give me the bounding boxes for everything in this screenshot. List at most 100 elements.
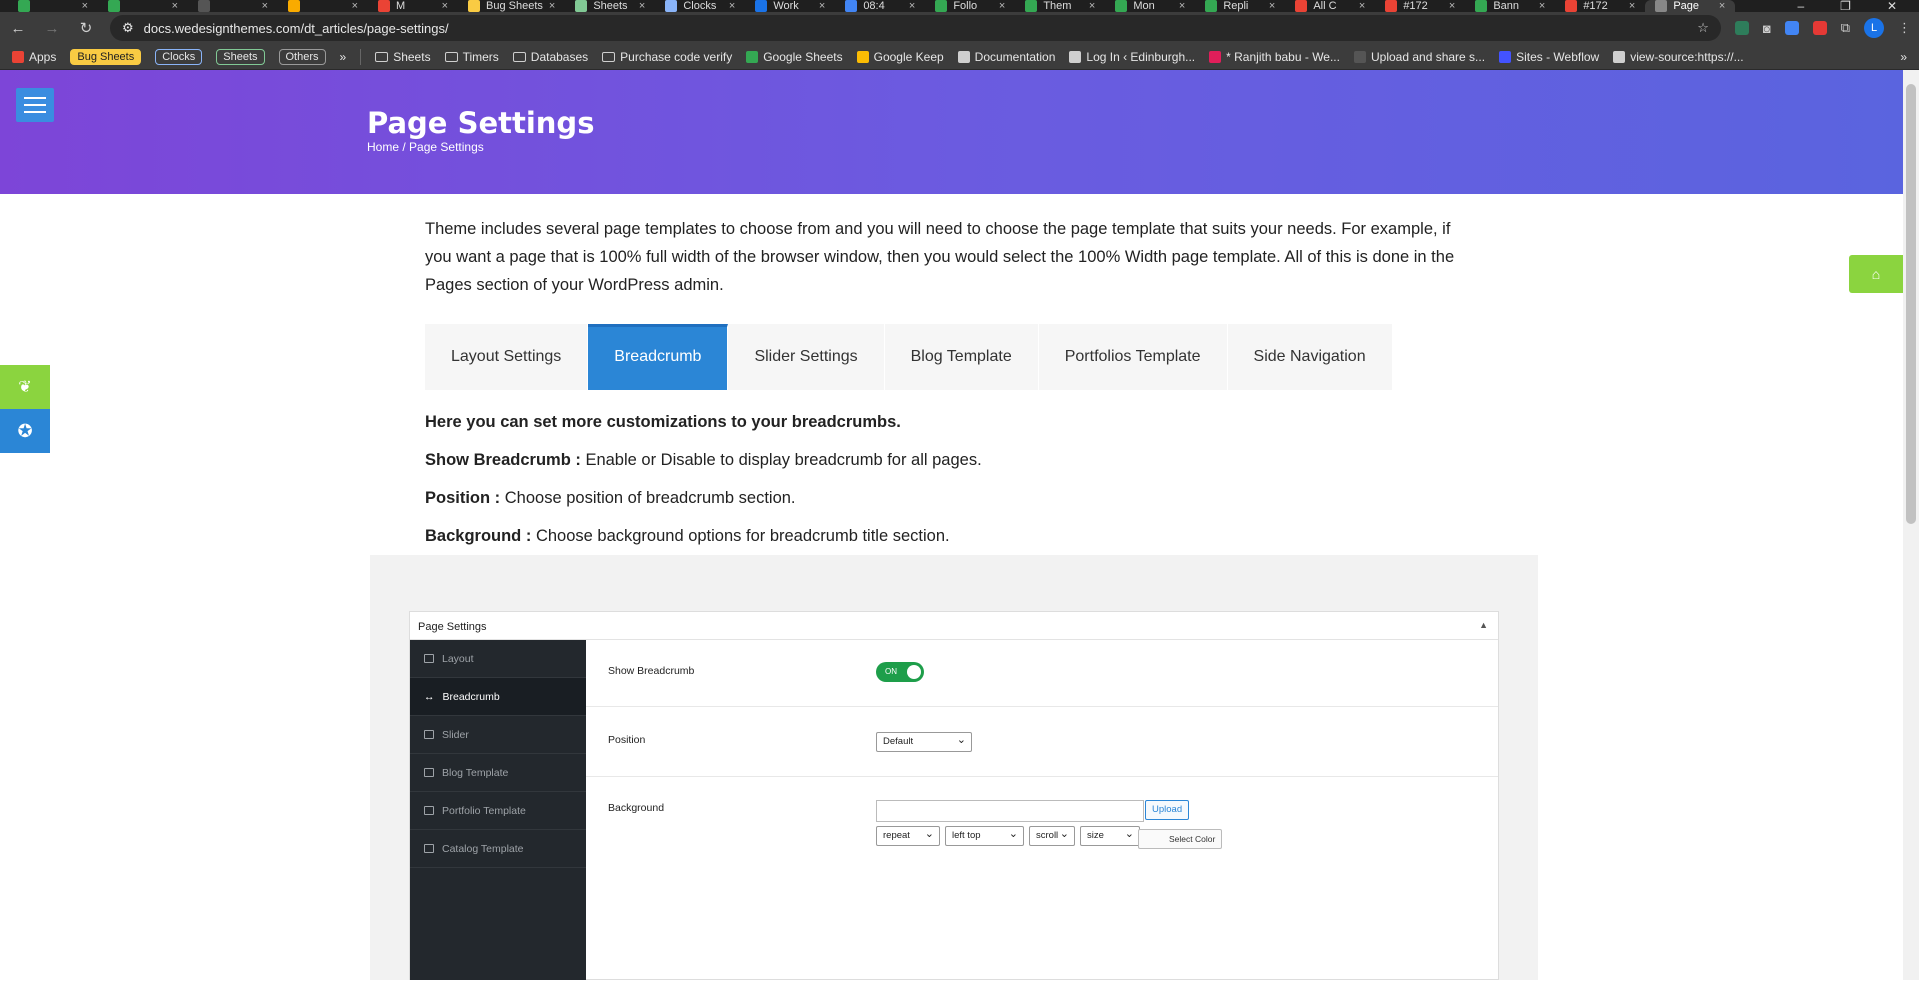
close-tab-icon[interactable]: × — [1269, 0, 1275, 12]
tab-portfolios-template[interactable]: Portfolios Template — [1039, 324, 1228, 390]
browser-tab[interactable]: M × — [368, 0, 458, 12]
site-info-icon[interactable]: ⚙ — [122, 20, 134, 36]
browser-tab[interactable]: #172 × — [1555, 0, 1645, 12]
site-favicon-icon — [1499, 50, 1512, 63]
browser-tab[interactable]: × — [8, 0, 98, 12]
close-tab-icon[interactable]: × — [442, 0, 448, 12]
bookmark-item[interactable]: Upload and share s... — [1353, 50, 1485, 64]
close-tab-icon[interactable]: × — [549, 0, 555, 12]
address-bar[interactable]: ⚙ docs.wedesignthemes.com/dt_articles/pa… — [110, 15, 1721, 41]
support-lifebuoy-icon[interactable]: ✪ — [0, 409, 50, 453]
bookmark-item[interactable]: Purchase code verify — [602, 50, 732, 64]
menu-dots-icon[interactable]: ⋮ — [1898, 20, 1911, 36]
tab-breadcrumb[interactable]: Breadcrumb — [588, 324, 729, 390]
close-tab-icon[interactable]: × — [1359, 0, 1365, 12]
browser-tab[interactable]: × — [278, 0, 368, 12]
bookmark-item[interactable]: Sites - Webflow — [1499, 50, 1599, 64]
close-tab-icon[interactable]: × — [909, 0, 915, 12]
bookmark-chip-bug-sheets[interactable]: Bug Sheets — [70, 48, 142, 65]
bookmark-chip-clocks[interactable]: Clocks — [155, 48, 203, 65]
scrollbar-thumb[interactable] — [1906, 84, 1916, 524]
bookmark-chip-sheets[interactable]: Sheets — [216, 48, 265, 65]
reload-icon[interactable]: ↻ — [76, 19, 96, 37]
page-title: Page Settings — [367, 106, 595, 140]
page-scrollbar[interactable] — [1903, 70, 1919, 980]
tab-favicon-icon — [1115, 0, 1128, 12]
site-favicon-icon — [1209, 50, 1222, 63]
close-tab-icon[interactable]: × — [82, 0, 88, 12]
translate-icon[interactable] — [1784, 21, 1799, 35]
browser-tab[interactable]: Follo × — [925, 0, 1015, 12]
bookmark-item[interactable]: Sheets — [375, 50, 431, 64]
browser-tab[interactable]: Repli × — [1195, 0, 1285, 12]
tab-slider-settings[interactable]: Slider Settings — [728, 324, 885, 390]
close-tab-icon[interactable]: × — [262, 0, 268, 12]
upload-button: Upload — [1145, 800, 1190, 820]
intro-paragraph: Theme includes several page templates to… — [425, 220, 1455, 294]
bookmark-item[interactable]: Timers — [444, 49, 499, 64]
browser-tab[interactable]: Clocks × — [655, 0, 745, 12]
home-icon[interactable]: ⌂ — [1849, 255, 1903, 293]
close-tab-icon[interactable]: × — [1179, 0, 1185, 12]
close-tab-icon[interactable]: × — [639, 0, 645, 12]
hamburger-menu-icon[interactable] — [16, 88, 54, 122]
extension-icon[interactable] — [1734, 21, 1749, 35]
folder-icon — [375, 51, 389, 62]
breadcrumb-home-link[interactable]: Home — [367, 140, 399, 154]
bookmarks-overflow-icon[interactable]: » — [340, 50, 347, 64]
close-tab-icon[interactable]: × — [1089, 0, 1095, 12]
camera-icon[interactable]: ◙ — [1763, 21, 1771, 36]
browser-tab[interactable]: Mon × — [1105, 0, 1195, 12]
close-tab-icon[interactable]: × — [352, 0, 358, 12]
bookmark-item[interactable]: view-source:https://... — [1613, 50, 1744, 64]
tab-blog-template[interactable]: Blog Template — [885, 324, 1039, 390]
bookmark-label: Timers — [462, 49, 499, 64]
tab-favicon-icon — [935, 0, 948, 12]
tab-favicon-icon — [755, 0, 768, 12]
browser-tab[interactable]: Sheets × — [565, 0, 655, 12]
close-tab-icon[interactable]: × — [172, 0, 178, 12]
close-window-icon[interactable]: ✕ — [1887, 0, 1897, 12]
panel-sidebar-item-blog-template: Blog Template — [410, 754, 586, 792]
browser-tab[interactable]: Page × — [1645, 0, 1736, 12]
browser-tab[interactable]: × — [188, 0, 278, 12]
close-tab-icon[interactable]: × — [1449, 0, 1455, 12]
tab-side-navigation[interactable]: Side Navigation — [1228, 324, 1393, 390]
bookmark-item[interactable]: Documentation — [957, 50, 1055, 64]
bookmark-item[interactable]: Log In ‹ Edinburgh... — [1069, 50, 1195, 64]
bookmark-apps[interactable]: Apps — [12, 50, 56, 64]
browser-tab[interactable]: #172 × — [1375, 0, 1465, 12]
tab-layout-settings[interactable]: Layout Settings — [425, 324, 589, 390]
panel-sidebar-item-slider: Slider — [410, 716, 586, 754]
browser-tab[interactable]: All C × — [1285, 0, 1375, 12]
browser-tab[interactable]: Bann × — [1465, 0, 1555, 12]
profile-avatar[interactable]: L — [1864, 18, 1884, 38]
browser-tab[interactable]: 08:4 × — [835, 0, 925, 12]
close-tab-icon[interactable]: × — [1629, 0, 1635, 12]
close-tab-icon[interactable]: × — [729, 0, 735, 12]
extension-icon[interactable] — [1812, 21, 1827, 35]
bookmark-item[interactable]: Databases — [512, 50, 588, 64]
bookmark-item[interactable]: Google Sheets — [746, 50, 843, 64]
bookmark-star-icon[interactable]: ☆ — [1697, 20, 1709, 36]
minimize-icon[interactable]: – — [1797, 0, 1804, 12]
back-icon[interactable]: ← — [8, 20, 28, 37]
forward-icon[interactable]: → — [42, 20, 62, 37]
maximize-icon[interactable]: ❐ — [1840, 0, 1851, 12]
site-favicon-icon — [1069, 50, 1082, 63]
browser-tab[interactable]: Them × — [1015, 0, 1105, 12]
bookmark-item[interactable]: Google Keep — [856, 50, 944, 64]
browser-tab[interactable]: Bug Sheets × — [458, 0, 565, 12]
close-tab-icon[interactable]: × — [1719, 0, 1725, 12]
bookmark-chip-others[interactable]: Others — [278, 48, 326, 65]
bookmark-item[interactable]: * Ranjith babu - We... — [1209, 50, 1340, 64]
puzzle-icon[interactable]: ⧉ — [1841, 20, 1850, 36]
browser-tab[interactable]: × — [98, 0, 188, 12]
leaf-widget-icon[interactable]: ❦ — [0, 365, 50, 409]
close-tab-icon[interactable]: × — [1539, 0, 1545, 12]
tab-favicon-icon — [18, 0, 30, 12]
close-tab-icon[interactable]: × — [999, 0, 1005, 12]
browser-tab[interactable]: Work × — [745, 0, 835, 12]
bookmarks-more-icon[interactable]: » — [1900, 50, 1907, 64]
close-tab-icon[interactable]: × — [819, 0, 825, 12]
